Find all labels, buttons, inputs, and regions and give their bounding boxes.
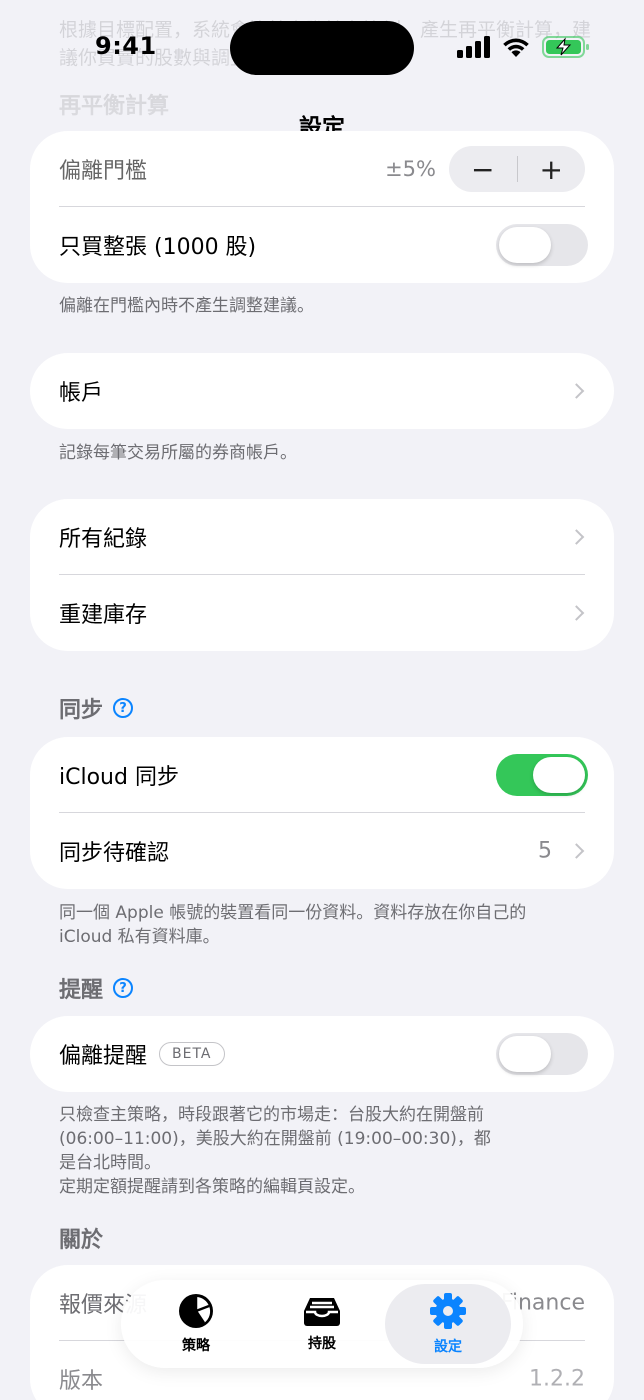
- threshold-stepper: − +: [449, 146, 585, 192]
- whole-lot-toggle[interactable]: [496, 224, 588, 266]
- whole-lot-label: 只買整張 (1000 股): [59, 235, 257, 260]
- increment-button[interactable]: +: [518, 146, 586, 192]
- pending-sync-label: 同步待確認: [59, 841, 170, 866]
- reminder-footnote-line: (06:00–11:00)，美股大約在開盤前 (19:00–00:30)，都: [59, 1129, 491, 1149]
- deviation-reminder-toggle[interactable]: [496, 1033, 588, 1075]
- accounts-card: 帳戶: [30, 353, 614, 429]
- threshold-label: 偏離門檻: [59, 159, 148, 184]
- threshold-value: ±5%: [385, 157, 436, 181]
- accounts-footnote: 記錄每筆交易所屬的券商帳戶。: [59, 443, 297, 463]
- tab-label: 持股: [308, 1336, 336, 1352]
- deviation-reminder-row: 偏離提醒 BETA: [30, 1016, 614, 1092]
- icloud-sync-toggle[interactable]: [496, 754, 588, 796]
- status-time: 9:41: [95, 32, 157, 60]
- about-section-header: 關於: [59, 1222, 103, 1254]
- chevron-right-icon: [568, 529, 585, 545]
- sync-section-header: 同步 ?: [59, 692, 134, 724]
- tab-holdings[interactable]: 持股: [259, 1284, 385, 1364]
- pie-chart-icon: [179, 1294, 213, 1328]
- rebuild-inventory-label: 重建庫存: [59, 603, 148, 628]
- chevron-right-icon: [568, 843, 585, 859]
- reminder-section-header: 提醒 ?: [59, 972, 134, 1004]
- pending-count: 5: [538, 838, 552, 864]
- all-records-row[interactable]: 所有紀錄: [30, 499, 614, 575]
- sync-footnote-line: iCloud 私有資料庫。: [59, 927, 220, 947]
- toggle-knob: [533, 757, 585, 793]
- icloud-sync-row: iCloud 同步: [30, 737, 614, 813]
- rebalance-settings-card: 偏離門檻 ±5% − + 只買整張 (1000 股): [30, 131, 614, 283]
- records-card: 所有紀錄 重建庫存: [30, 499, 614, 651]
- deviation-reminder-label: 偏離提醒: [59, 1044, 148, 1069]
- sync-card: iCloud 同步 同步待確認 5: [30, 737, 614, 889]
- reminder-footnote-line: 定期定額提醒請到各策略的編輯頁設定。: [59, 1177, 365, 1197]
- battery-charging-icon: [542, 36, 589, 58]
- gear-icon: [430, 1293, 466, 1329]
- decrement-button[interactable]: −: [449, 146, 517, 192]
- reminder-footnote: 只檢查主策略，時段跟著它的市場走：台股大約在開盤前 (06:00–11:00)，…: [59, 1103, 599, 1199]
- version-label: 版本: [59, 1369, 104, 1394]
- tab-label: 策略: [182, 1338, 210, 1354]
- tab-bar: 策略 持股 設定: [121, 1280, 523, 1368]
- dynamic-island: [230, 21, 414, 75]
- status-icons: [456, 34, 590, 60]
- tray-icon: [304, 1298, 340, 1326]
- sync-footnote: 同一個 Apple 帳號的裝置看同一份資料。資料存放在你自己的 iCloud 私…: [59, 901, 599, 949]
- threshold-row: 偏離門檻 ±5% − +: [30, 131, 614, 207]
- chevron-right-icon: [568, 383, 585, 399]
- beta-badge: BETA: [159, 1042, 225, 1066]
- about-header-label: 關於: [59, 1228, 104, 1253]
- reminder-footnote-line: 是台北時間。: [59, 1153, 161, 1173]
- wifi-icon: [503, 38, 529, 57]
- sync-footnote-line: 同一個 Apple 帳號的裝置看同一份資料。資料存放在你自己的: [59, 903, 527, 923]
- toggle-knob: [499, 1036, 551, 1072]
- tab-strategy[interactable]: 策略: [133, 1284, 259, 1364]
- all-records-label: 所有紀錄: [59, 527, 148, 552]
- tab-label: 設定: [434, 1339, 462, 1355]
- icloud-sync-label: iCloud 同步: [59, 765, 179, 790]
- reminder-header-label: 提醒: [59, 978, 104, 1003]
- whole-lot-row: 只買整張 (1000 股): [30, 207, 614, 283]
- version-value: 1.2.2: [529, 1366, 585, 1392]
- cellular-signal-icon: [457, 36, 490, 58]
- accounts-label: 帳戶: [59, 381, 104, 406]
- toggle-knob: [499, 227, 551, 263]
- help-icon[interactable]: ?: [113, 698, 134, 718]
- reminder-card: 偏離提醒 BETA: [30, 1016, 614, 1092]
- rebalance-footnote: 偏離在門檻內時不產生調整建議。: [59, 296, 314, 316]
- pending-sync-row[interactable]: 同步待確認 5: [30, 813, 614, 889]
- help-icon[interactable]: ?: [113, 978, 134, 998]
- accounts-row[interactable]: 帳戶: [30, 353, 614, 429]
- rebuild-inventory-row[interactable]: 重建庫存: [30, 575, 614, 651]
- reminder-footnote-line: 只檢查主策略，時段跟著它的市場走：台股大約在開盤前: [59, 1105, 484, 1125]
- chevron-right-icon: [568, 605, 585, 621]
- sync-header-label: 同步: [59, 698, 104, 723]
- tab-settings[interactable]: 設定: [385, 1284, 511, 1364]
